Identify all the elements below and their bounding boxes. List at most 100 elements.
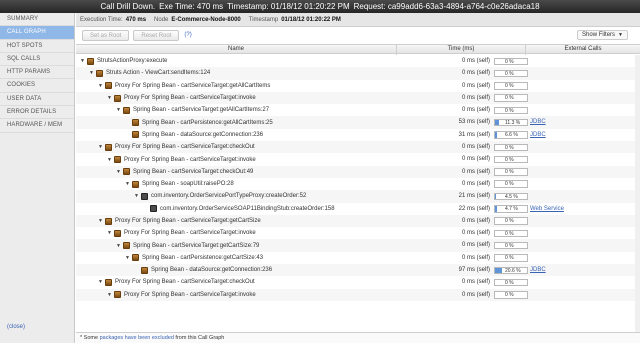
table-row[interactable]: ▼ StrutsActionProxy:execute 0 ms (self) 0 % xyxy=(76,55,640,67)
table-row[interactable]: ▼ Spring Bean - cartPersistence:getCartSi… xyxy=(76,252,640,264)
method-name: Spring Bean - cartServiceTarget:checkOut… xyxy=(133,168,254,175)
percent-bar: 0 % xyxy=(494,106,528,115)
time-cell: 0 ms (self) xyxy=(461,70,490,77)
expand-triangle-icon[interactable]: ▼ xyxy=(97,144,104,150)
table-row[interactable]: Spring Bean - cartPersistence:getAllCart… xyxy=(76,116,640,129)
expand-triangle-icon[interactable]: ▼ xyxy=(88,70,95,76)
percent-bar-fill xyxy=(495,119,499,126)
sidebar-item-http-params[interactable]: HTTP PARAMS xyxy=(0,66,74,80)
sidebar-item-sql-calls[interactable]: SQL CALLS xyxy=(0,53,74,67)
table-row[interactable]: ▼ Spring Bean - cartServiceTarget:getAllC… xyxy=(76,104,640,116)
percent-label: 0 % xyxy=(505,279,514,286)
table-row[interactable]: ▼ Spring Bean - cartServiceTarget:getCart… xyxy=(76,239,640,252)
table-row[interactable]: ▼ Spring Bean - soapUtil:raisePO:28 0 ms (… xyxy=(76,178,640,190)
percent-label: 6.6 % xyxy=(505,132,518,139)
sidebar-item-hardware-mem[interactable]: HARDWARE / MEM xyxy=(0,119,74,133)
table-row[interactable]: Spring Bean - dataSource:getConnection:2… xyxy=(76,129,640,141)
expand-triangle-icon[interactable]: ▼ xyxy=(115,107,122,113)
method-name: Proxy For Spring Bean - cartServiceTarge… xyxy=(115,144,255,151)
expand-triangle-icon[interactable]: ▼ xyxy=(79,58,86,64)
external-call-link[interactable]: JDBC xyxy=(530,129,546,141)
expand-triangle-icon[interactable]: ▼ xyxy=(106,292,113,298)
name-cell: ▼ Proxy For Spring Bean - cartServiceTarg… xyxy=(106,92,256,104)
table-row[interactable]: ▼ com.inventory.OrderServicePortTypeProxy… xyxy=(76,190,640,203)
package-icon xyxy=(123,168,130,176)
excluded-packages-link[interactable]: packages have been excluded xyxy=(100,335,174,341)
expand-triangle-icon[interactable]: ▼ xyxy=(106,95,113,101)
method-name: Spring Bean - cartServiceTarget:getAllCa… xyxy=(133,107,270,114)
name-cell: ▼ Struts Action - ViewCart:sendItems:124 xyxy=(88,67,210,79)
table-row[interactable]: ▼ Proxy For Spring Bean - cartServiceTarg… xyxy=(76,80,640,92)
method-name: Struts Action - ViewCart:sendItems:124 xyxy=(106,70,211,77)
footer-suffix: from this Call Graph xyxy=(175,335,225,341)
table-row[interactable]: ▼ Proxy For Spring Bean - cartServiceTarg… xyxy=(76,153,640,165)
table-row[interactable]: com.inventory.OrderServiceSOAP11BindingS… xyxy=(76,203,640,215)
name-cell: ▼ Spring Bean - cartServiceTarget:checkOu… xyxy=(115,166,253,178)
column-header-external-calls[interactable]: External Calls xyxy=(526,45,640,55)
time-cell: 21 ms (self) xyxy=(458,193,490,200)
sidebar: SUMMARY CALL GRAPH HOT SPOTS SQL CALLS HTTP … xyxy=(0,13,75,343)
expand-triangle-icon[interactable]: ▼ xyxy=(106,157,113,163)
percent-bar: 0 % xyxy=(494,254,528,262)
expand-triangle-icon[interactable]: ▼ xyxy=(97,279,104,285)
reset-root-button[interactable]: Reset Root xyxy=(133,29,180,41)
percent-label: 0 % xyxy=(505,144,514,151)
exe-time: Exe Time: 470 ms xyxy=(159,2,224,11)
expand-triangle-icon[interactable]: ▼ xyxy=(97,218,104,224)
sidebar-item-hot-spots[interactable]: HOT SPOTS xyxy=(0,40,74,53)
percent-label: 4.7 % xyxy=(505,206,518,213)
package-icon xyxy=(105,278,112,286)
percent-label: 4.5 % xyxy=(505,193,518,200)
table-row[interactable]: ▼ Struts Action - ViewCart:sendItems:124 0… xyxy=(76,67,640,80)
package-icon xyxy=(132,119,139,127)
percent-label: 0 % xyxy=(505,156,514,163)
percent-label: 0 % xyxy=(505,255,514,262)
sidebar-item-cookies[interactable]: COOKIES xyxy=(0,79,74,93)
sidebar-item-call-graph[interactable]: CALL GRAPH xyxy=(0,26,74,40)
column-header-name[interactable]: Name xyxy=(76,45,397,55)
show-filters-button[interactable]: Show Filters ▼ xyxy=(577,30,628,40)
name-cell: ▼ Proxy For Spring Bean - cartServiceTarg… xyxy=(97,215,261,227)
name-cell: ▼ StrutsActionProxy:execute xyxy=(79,55,167,67)
time-cell: 0 ms (self) xyxy=(461,82,490,89)
percent-bar: 0 % xyxy=(494,57,528,65)
method-name: Spring Bean - soapUtil:raisePO:28 xyxy=(142,181,234,188)
table-row[interactable]: ▼ Proxy For Spring Bean - cartServiceTarg… xyxy=(76,276,640,288)
expand-triangle-icon[interactable]: ▼ xyxy=(124,181,131,187)
percent-label: 11.3 % xyxy=(505,119,521,126)
table-row[interactable]: ▼ Proxy For Spring Bean - cartServiceTarg… xyxy=(76,91,640,105)
sidebar-item-summary[interactable]: SUMMARY xyxy=(0,13,74,27)
package-icon xyxy=(105,143,112,151)
leaf-icon xyxy=(150,205,157,213)
timestamp-value: 01/18/12 01:20:22 PM xyxy=(281,16,341,23)
sidebar-item-error-details[interactable]: ERROR DETAILS xyxy=(0,106,74,120)
window-title: Call Drill Down. xyxy=(100,2,156,11)
external-call-link[interactable]: Web Service xyxy=(530,203,564,215)
expand-triangle-icon[interactable]: ▼ xyxy=(115,169,122,175)
help-link[interactable]: (?) xyxy=(184,32,191,38)
external-call-link[interactable]: JDBC xyxy=(530,116,546,128)
expand-triangle-icon[interactable]: ▼ xyxy=(133,193,140,199)
expand-triangle-icon[interactable]: ▼ xyxy=(106,230,113,236)
close-link[interactable]: (close) xyxy=(7,324,25,330)
sidebar-item-user-data[interactable]: USER DATA xyxy=(0,93,74,107)
percent-bar-fill xyxy=(495,132,498,138)
table-row[interactable]: Spring Bean - dataSource:getConnection:2… xyxy=(76,264,640,277)
percent-label: 0 % xyxy=(505,83,514,90)
table-row[interactable]: ▼ Proxy For Spring Bean - cartServiceTarg… xyxy=(76,214,640,228)
time-cell: 0 ms (self) xyxy=(461,279,490,286)
table-row[interactable]: ▼ Spring Bean - cartServiceTarget:checkOu… xyxy=(76,165,640,178)
percent-label: 20.6 % xyxy=(505,267,521,274)
table-row[interactable]: ▼ Proxy For Spring Bean - cartServiceTarg… xyxy=(76,288,640,301)
expand-triangle-icon[interactable]: ▼ xyxy=(115,243,122,249)
expand-triangle-icon[interactable]: ▼ xyxy=(124,255,131,261)
time-cell: 0 ms (self) xyxy=(461,144,490,151)
external-call-link[interactable]: JDBC xyxy=(530,264,546,276)
expand-triangle-icon[interactable]: ▼ xyxy=(97,83,104,89)
table-row[interactable]: ▼ Proxy For Spring Bean - cartServiceTarg… xyxy=(76,141,640,154)
column-header-time[interactable]: Time (ms) xyxy=(397,45,526,55)
vertical-scrollbar[interactable] xyxy=(635,55,640,332)
excluded-packages-note: * Some packages have been excluded from … xyxy=(76,332,640,343)
table-row[interactable]: ▼ Proxy For Spring Bean - cartServiceTarg… xyxy=(76,227,640,239)
set-as-root-button[interactable]: Set as Root xyxy=(82,29,130,41)
